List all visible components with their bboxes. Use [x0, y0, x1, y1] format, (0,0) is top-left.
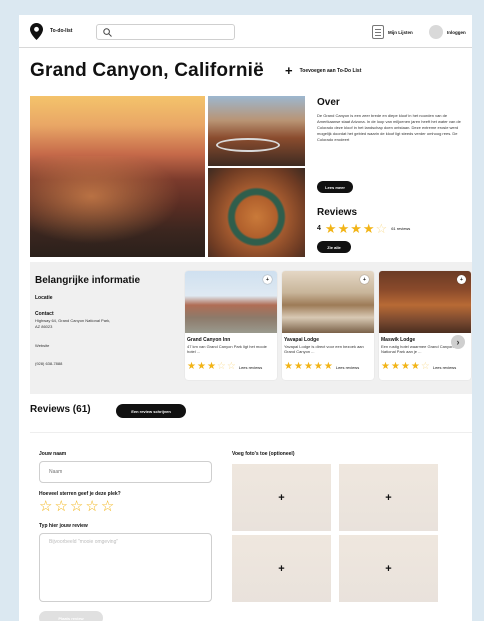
star-rating: ★ ★ ★ ☆ ☆	[187, 362, 236, 372]
rating-summary: 4 ★ ★ ★ ★ ☆ 61 reviews	[317, 222, 410, 235]
add-icon[interactable]: +	[360, 275, 369, 284]
star-rating: ★ ★ ★ ★ ☆	[381, 362, 430, 372]
star-filled-icon: ★	[390, 361, 400, 372]
login-button[interactable]: Inloggen	[429, 24, 466, 40]
search-input[interactable]	[96, 24, 235, 40]
star-filled-icon: ★	[381, 361, 390, 372]
star-filled-icon: ★	[206, 361, 216, 372]
read-reviews-link[interactable]: Lees reviews	[433, 365, 456, 370]
info-heading: Belangrijke informatie	[35, 275, 141, 286]
hotel-rating: ★ ★ ★ ★ ☆ Lees reviews	[381, 362, 456, 372]
empty-star-icon[interactable]: ☆	[54, 499, 67, 514]
star-filled-icon: ★	[196, 361, 206, 372]
reviews-heading: Reviews	[317, 207, 358, 218]
about-text-fade	[317, 165, 469, 173]
star-filled-icon: ★	[400, 361, 410, 372]
read-more-button[interactable]: Lees meer	[317, 181, 353, 193]
empty-star-icon[interactable]: ☆	[85, 499, 98, 514]
add-to-todo-label: Toevoegen aan To-Do List	[299, 67, 362, 74]
search-icon	[103, 28, 112, 37]
hotel-rating: ★ ★ ★ ★ ★ Lees reviews	[284, 362, 359, 372]
hotel-card[interactable]: + Yavapai Lodge Yavapai Lodge is direct …	[282, 271, 374, 380]
page-title: Grand Canyon, Californië	[30, 60, 264, 81]
hotel-card[interactable]: + Grand Canyon Inn 47 km van Grand Canyo…	[185, 271, 277, 380]
top-navigation-bar: To-do-list Mijn Lijsten Inloggen	[19, 15, 472, 48]
star-empty-icon: ☆	[375, 221, 388, 236]
add-icon[interactable]: +	[263, 275, 272, 284]
hotel-card[interactable]: + Maswik Lodge Een rustig hotel waarmee …	[379, 271, 471, 380]
website-link[interactable]: Website	[35, 343, 113, 349]
write-review-button[interactable]: Een review schrijven	[116, 404, 186, 418]
read-reviews-link[interactable]: Lees reviews	[336, 365, 359, 370]
main-photo[interactable]	[30, 96, 205, 257]
my-lists-button[interactable]: Mijn Lijsten	[372, 24, 413, 40]
see-all-reviews-button[interactable]: Zie alle	[317, 241, 351, 253]
hotel-description: Yavapai Lodge is direct voor een bezoek …	[284, 344, 364, 354]
location-pin-icon[interactable]	[30, 23, 43, 40]
star-filled-icon: ★	[337, 221, 350, 236]
page: To-do-list Mijn Lijsten Inloggen Grand C…	[19, 15, 472, 621]
my-lists-label: Mijn Lijsten	[388, 29, 413, 35]
empty-star-icon[interactable]: ☆	[101, 499, 114, 514]
skywalk-photo[interactable]	[208, 96, 305, 166]
star-empty-icon: ☆	[420, 361, 430, 372]
rating-score: 4	[317, 225, 321, 232]
photo-upload-slot[interactable]: +	[232, 535, 331, 602]
about-heading: Over	[317, 97, 340, 108]
star-filled-icon: ★	[284, 361, 293, 372]
star-filled-icon: ★	[323, 361, 333, 372]
review-count: 61 reviews	[391, 226, 411, 231]
location-heading: Locatie	[35, 295, 53, 301]
star-rating-input[interactable]: ☆ ☆ ☆ ☆ ☆	[39, 499, 114, 514]
avatar	[429, 25, 443, 39]
login-label: Inloggen	[447, 29, 466, 35]
read-reviews-link[interactable]: Lees reviews	[239, 365, 262, 370]
plus-icon: +	[285, 63, 293, 78]
star-filled-icon: ★	[324, 221, 337, 236]
star-filled-icon: ★	[313, 361, 323, 372]
star-filled-icon: ★	[303, 361, 313, 372]
star-filled-icon: ★	[293, 361, 303, 372]
photos-label: Voeg foto's toe (optioneel)	[232, 451, 295, 457]
reviews-section-heading: Reviews (61)	[30, 404, 91, 415]
star-filled-icon: ★	[350, 221, 362, 236]
hotel-rating: ★ ★ ★ ☆ ☆ Lees reviews	[187, 362, 262, 372]
chevron-right-icon[interactable]: ›	[451, 335, 465, 349]
empty-star-icon[interactable]: ☆	[70, 499, 83, 514]
star-filled-icon: ★	[410, 361, 420, 372]
add-icon[interactable]: +	[457, 275, 466, 284]
address-text: Highway 64, Grand Canyon National Park, …	[35, 318, 111, 329]
hotel-name: Maswik Lodge	[381, 337, 416, 343]
logo-text[interactable]: To-do-list	[50, 28, 72, 34]
horseshoe-bend-photo[interactable]	[208, 168, 305, 257]
photo-upload-slot[interactable]: +	[339, 535, 438, 602]
empty-star-icon[interactable]: ☆	[39, 499, 52, 514]
star-filled-icon: ★	[362, 221, 375, 236]
photo-upload-slot[interactable]: +	[339, 464, 438, 531]
submit-review-button[interactable]: Plaats review	[39, 611, 103, 621]
star-filled-icon: ★	[187, 361, 196, 372]
hotel-name: Grand Canyon Inn	[187, 337, 231, 343]
star-empty-icon: ☆	[226, 361, 236, 372]
name-input[interactable]	[39, 461, 212, 483]
hotel-name: Yavapai Lodge	[284, 337, 320, 343]
star-rating: ★ ★ ★ ★ ★	[284, 362, 333, 372]
list-icon	[372, 25, 384, 39]
star-empty-icon: ☆	[216, 361, 226, 372]
add-to-todo-button[interactable]: + Toevoegen aan To-Do List	[285, 64, 361, 77]
important-info-panel: Belangrijke informatie Locatie Contact H…	[30, 262, 472, 394]
about-text: De Grand Canyon is een zeer brede en die…	[317, 113, 461, 142]
phone-number: (928) 638-7888	[35, 361, 63, 366]
hotel-description: 47 km van Grand Canyon Park ligt het moo…	[187, 344, 267, 354]
photo-upload-slot[interactable]: +	[232, 464, 331, 531]
review-label: Typ hier jouw review	[39, 523, 88, 529]
review-textarea[interactable]: Bijvoorbeeld "mooie omgeving"	[39, 533, 212, 602]
stars-label: Hoeveel sterren geef je deze plek?	[39, 491, 121, 497]
star-rating: ★ ★ ★ ★ ☆	[325, 222, 387, 235]
name-label: Jouw naam	[39, 451, 67, 457]
contact-heading: Contact	[35, 311, 54, 317]
